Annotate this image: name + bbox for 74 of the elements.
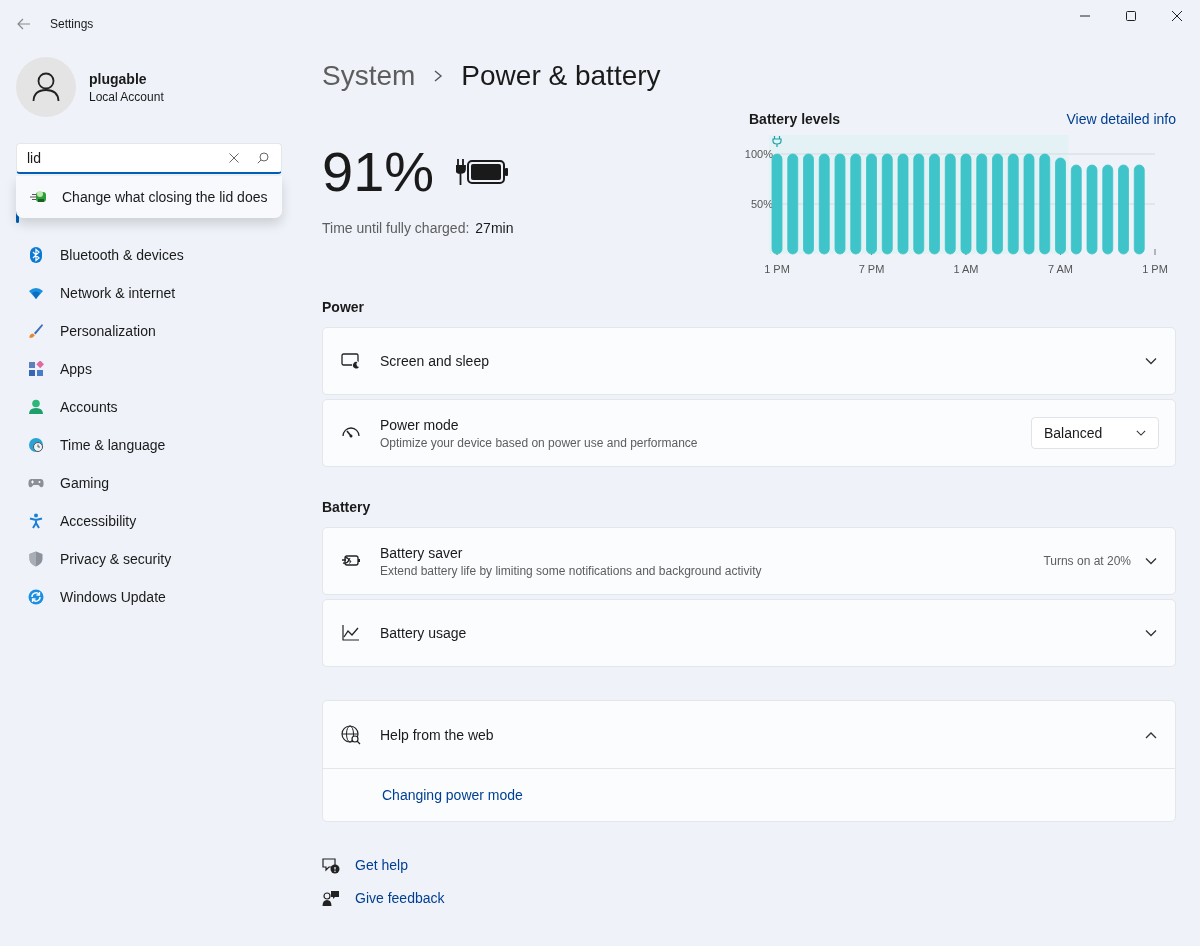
user-name: plugable — [89, 70, 148, 87]
card-title: Battery saver — [380, 544, 464, 561]
page-title: Power & battery — [461, 60, 661, 92]
card-description: Optimize your device based on power use and performance — [380, 435, 699, 450]
nav-item[interactable]: Windows Update — [16, 579, 282, 615]
search-icon[interactable] — [257, 152, 269, 164]
monitor-moon-icon — [341, 351, 361, 371]
chevron-down-icon[interactable] — [1145, 557, 1157, 565]
chart-title: Battery levels — [749, 111, 841, 127]
nav-item[interactable]: Network & internet — [16, 275, 282, 311]
caret-icon — [1136, 429, 1146, 437]
line-chart-icon — [341, 623, 361, 643]
nav-item[interactable]: Privacy & security — [16, 541, 282, 577]
back-arrow-icon[interactable] — [17, 18, 31, 30]
person-icon — [28, 399, 44, 415]
globe-search-icon — [341, 724, 361, 745]
paintbrush-icon — [28, 323, 44, 339]
apps-icon — [28, 361, 44, 377]
person-icon — [32, 72, 60, 102]
globe-clock-icon — [28, 437, 44, 453]
y-axis-label: 50% — [750, 198, 773, 210]
help-bubble-icon — [322, 856, 340, 874]
x-axis-label: 1 PM — [764, 263, 790, 275]
nav-item[interactable]: Accessibility — [16, 503, 282, 539]
detailed-info-link[interactable]: View detailed info — [1066, 111, 1176, 127]
wifi-icon — [28, 285, 44, 301]
card-title: Screen and sleep — [380, 353, 490, 369]
close-icon — [1172, 11, 1182, 21]
sync-icon — [28, 589, 44, 605]
charge-time-label: Time until fully charged: — [322, 220, 470, 236]
power-mode-dropdown[interactable]: Balanced — [1031, 417, 1159, 449]
x-axis-label: 7 AM — [1047, 263, 1074, 275]
card-description: Extend battery life by limiting some notifications and background activity — [380, 563, 763, 578]
charge-time-value: 27min — [475, 220, 514, 236]
card-title: Battery usage — [380, 625, 468, 641]
card-title: Help from the web — [380, 726, 495, 743]
window-title: Settings — [50, 17, 94, 31]
settings-card[interactable]: Power mode Optimize your device based on power use and performance Balanced — [322, 399, 1176, 467]
maximize-icon — [1126, 11, 1136, 21]
plug-icon — [772, 135, 782, 148]
account-type: Local Account — [89, 89, 164, 104]
accessibility-icon — [28, 513, 44, 529]
settings-card[interactable]: Battery saver Extend battery life by limiting some notifications and background activity Turns on at 20% — [322, 527, 1176, 595]
chevron-right-icon — [433, 69, 444, 83]
x-axis-label: 1 PM — [1142, 263, 1168, 275]
nav-item[interactable]: Personalization — [16, 313, 282, 349]
x-axis-label: 1 AM — [953, 263, 979, 275]
shield-icon — [28, 551, 44, 567]
nav-item[interactable]: Accounts — [16, 389, 282, 425]
help-link[interactable]: Changing power mode — [382, 787, 523, 803]
x-axis-label: 7 PM — [858, 263, 885, 275]
chevron-up-icon[interactable] — [1145, 730, 1157, 739]
footer-link[interactable]: Get help — [355, 857, 408, 873]
section-title: Power — [322, 299, 365, 317]
card-title: Power mode — [380, 416, 460, 433]
y-axis-label: 100% — [745, 148, 773, 160]
settings-card[interactable]: Battery usage — [322, 599, 1176, 667]
battery-plug-icon — [30, 189, 48, 205]
nav-item[interactable]: Apps — [16, 351, 282, 387]
nav-item[interactable]: Bluetooth & devices — [16, 237, 282, 273]
status-text: Turns on at 20% — [1043, 554, 1131, 568]
footer-link[interactable]: Give feedback — [355, 890, 445, 906]
nav-item[interactable]: Time & language — [16, 427, 282, 463]
battery-percentage: 91% — [322, 142, 435, 202]
search-suggestion[interactable]: Change what closing the lid does — [16, 182, 282, 212]
chevron-down-icon[interactable] — [1145, 357, 1157, 365]
clear-icon[interactable] — [229, 153, 239, 163]
breadcrumb-link[interactable]: System — [322, 60, 416, 92]
chevron-down-icon[interactable] — [1145, 629, 1157, 637]
feedback-person-icon — [322, 889, 340, 907]
bluetooth-icon — [28, 247, 44, 263]
settings-card[interactable]: Screen and sleep — [322, 327, 1176, 395]
nav-item[interactable]: Gaming — [16, 465, 282, 501]
section-title: Battery — [322, 499, 372, 517]
